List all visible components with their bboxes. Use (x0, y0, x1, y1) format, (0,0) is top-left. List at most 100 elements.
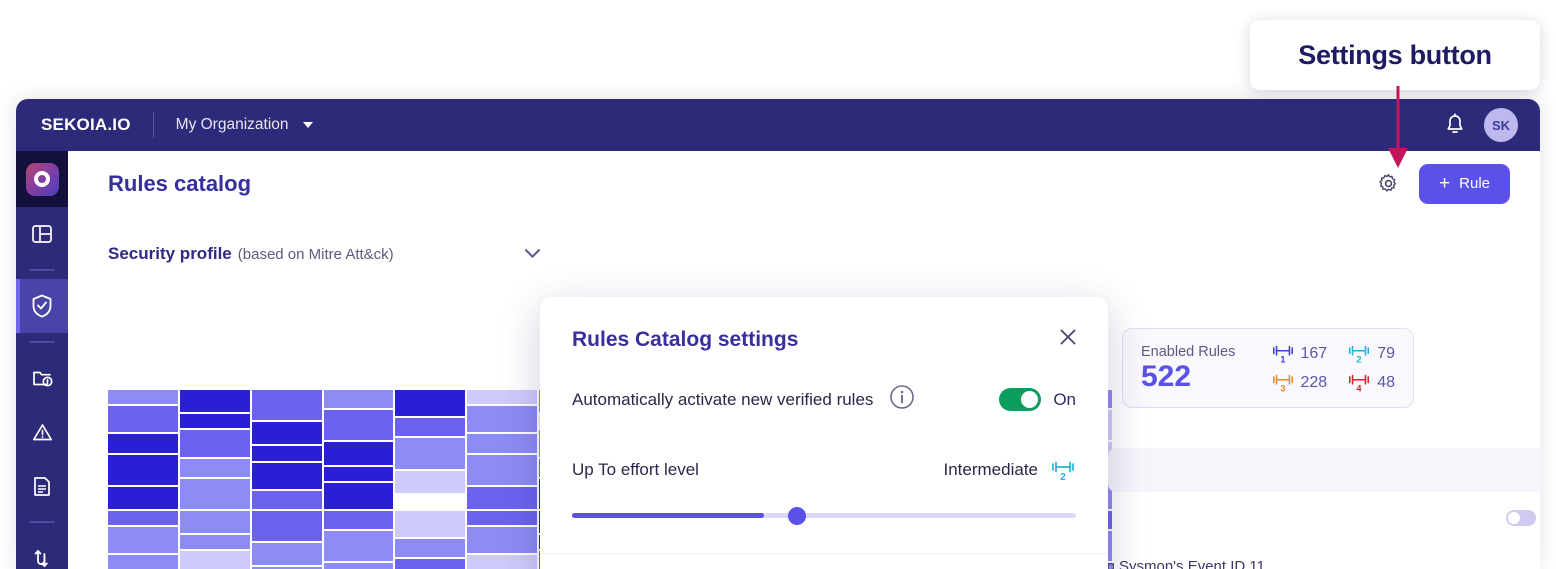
heatmap-cell[interactable] (179, 390, 250, 413)
heatmap-cell[interactable] (108, 527, 178, 554)
screenshot-root: Settings button SEKOIA.IO My Organizatio… (0, 0, 1556, 569)
heatmap-cell[interactable] (395, 539, 466, 558)
close-button[interactable] (1058, 327, 1078, 352)
security-profile-header[interactable]: Security profile (based on Mitre Att&ck) (108, 241, 541, 264)
heatmap-cell[interactable] (179, 430, 250, 457)
heatmap-cell[interactable] (251, 462, 322, 489)
enabled-rules-summary: Enabled Rules 522 (1141, 344, 1235, 393)
effort-level-stat: 3 228 (1271, 372, 1328, 393)
heatmap-cell[interactable] (467, 406, 538, 433)
rule-enable-toggle[interactable] (1506, 510, 1536, 526)
callout-label: Settings button (1298, 39, 1492, 70)
heatmap-cell[interactable] (323, 466, 394, 481)
heatmap-cell[interactable] (179, 478, 250, 510)
add-rule-label: Rule (1459, 175, 1490, 192)
heatmap-cell[interactable] (395, 390, 466, 417)
sidebar-divider-2 (29, 341, 55, 343)
add-rule-button[interactable]: + Rule (1419, 163, 1510, 204)
heatmap-cell[interactable] (251, 490, 322, 510)
sidebar-item-integrations[interactable] (16, 531, 68, 569)
heatmap-cell[interactable] (395, 438, 466, 469)
bell-icon[interactable] (1444, 113, 1466, 137)
modal-body: Automatically activate new verified rule… (540, 352, 1108, 527)
effort-level-count: 79 (1377, 344, 1395, 362)
heatmap-cell[interactable] (467, 486, 538, 510)
heatmap-cell[interactable] (108, 406, 178, 433)
heatmap-cell[interactable] (251, 543, 322, 566)
chevron-down-icon[interactable] (524, 241, 541, 258)
effort-level-4-icon: 4 (1349, 374, 1370, 393)
gear-icon[interactable] (1378, 173, 1399, 194)
heatmap-cell[interactable] (179, 511, 250, 534)
heatmap-cell[interactable] (395, 511, 466, 538)
right-content-pane: Enabled Rules 522 11672793228448 oring, … (908, 216, 1540, 569)
effort-level-count: 228 (1300, 373, 1328, 391)
heatmap-cell[interactable] (179, 535, 250, 550)
heatmap-cell[interactable] (323, 410, 394, 441)
auto-activate-toggle[interactable] (999, 388, 1042, 411)
organization-label[interactable]: My Organization (176, 116, 289, 134)
heatmap-cell[interactable] (467, 555, 538, 569)
sekoia-logo-icon (25, 162, 59, 196)
auto-activate-label: Automatically activate new verified rule… (572, 389, 874, 409)
sidebar-item-dashboard[interactable] (16, 207, 68, 261)
effort-level-value-group: Intermediate 2 (944, 459, 1077, 481)
heatmap-column (323, 390, 394, 569)
heatmap-cell[interactable] (323, 442, 394, 465)
sidebar-item-rules-catalog[interactable] (16, 279, 68, 333)
brand-divider (152, 112, 154, 138)
heatmap-column (467, 390, 538, 569)
avatar[interactable]: SK (1484, 108, 1518, 142)
heatmap-cell[interactable] (179, 414, 250, 429)
heatmap-cell[interactable] (108, 555, 178, 569)
heatmap-cell[interactable] (108, 454, 178, 485)
heatmap-cell[interactable] (323, 511, 394, 530)
sidebar-item-events[interactable] (16, 459, 68, 513)
heatmap-cell[interactable] (467, 390, 538, 405)
heatmap-cell[interactable] (467, 434, 538, 453)
toggle-off-switch[interactable] (1506, 510, 1536, 526)
sidebar-divider-3 (29, 521, 55, 523)
effort-level-value: Intermediate (943, 460, 1039, 479)
sidebar-logo[interactable] (16, 151, 68, 207)
heatmap-cell[interactable] (395, 494, 466, 510)
heatmap-cell[interactable] (467, 527, 538, 554)
effort-level-slider[interactable] (572, 505, 1076, 527)
heatmap-cell[interactable] (108, 390, 178, 405)
heatmap-cell[interactable] (395, 418, 466, 437)
rules-catalog-settings-modal: Rules Catalog settings Automatically act… (540, 297, 1108, 569)
app-window: SEKOIA.IO My Organization SK Rules catal… (16, 99, 1540, 569)
left-sidebar (16, 151, 68, 569)
info-button[interactable] (889, 384, 915, 415)
heatmap-cell[interactable] (179, 551, 250, 569)
heatmap-column (251, 390, 322, 569)
heatmap-cell[interactable] (108, 511, 178, 526)
chevron-down-icon[interactable] (302, 122, 313, 128)
heatmap-cell[interactable] (467, 454, 538, 485)
heatmap-cell[interactable] (251, 446, 322, 461)
heatmap-cell[interactable] (251, 511, 322, 542)
heatmap-cell[interactable] (179, 458, 250, 477)
heatmap-cell[interactable] (395, 559, 466, 569)
svg-text:3: 3 (1280, 384, 1285, 393)
heatmap-cell[interactable] (323, 390, 394, 409)
effort-level-3-icon: 3 (1272, 374, 1293, 393)
heatmap-cell[interactable] (251, 422, 322, 445)
info-icon (890, 385, 915, 409)
shield-check-icon (32, 294, 52, 318)
heatmap-cell[interactable] (251, 390, 322, 421)
heatmap-cell[interactable] (395, 470, 466, 493)
sidebar-item-cases[interactable] (16, 351, 68, 405)
heatmap-cell[interactable] (108, 434, 178, 453)
heatmap-column (395, 390, 466, 569)
heatmap-cell[interactable] (323, 563, 394, 569)
heatmap-cell[interactable] (323, 482, 394, 510)
heatmap-cell[interactable] (323, 531, 394, 562)
auto-activate-state-label: On (1053, 389, 1076, 409)
slider-thumb[interactable] (788, 507, 806, 525)
heatmap-cell[interactable] (108, 486, 178, 510)
sidebar-item-alerts[interactable] (16, 405, 68, 459)
heatmap-cell[interactable] (467, 511, 538, 526)
enabled-rules-total: 522 (1141, 359, 1192, 393)
security-profile-subtitle: (based on Mitre Att&ck) (237, 245, 394, 263)
